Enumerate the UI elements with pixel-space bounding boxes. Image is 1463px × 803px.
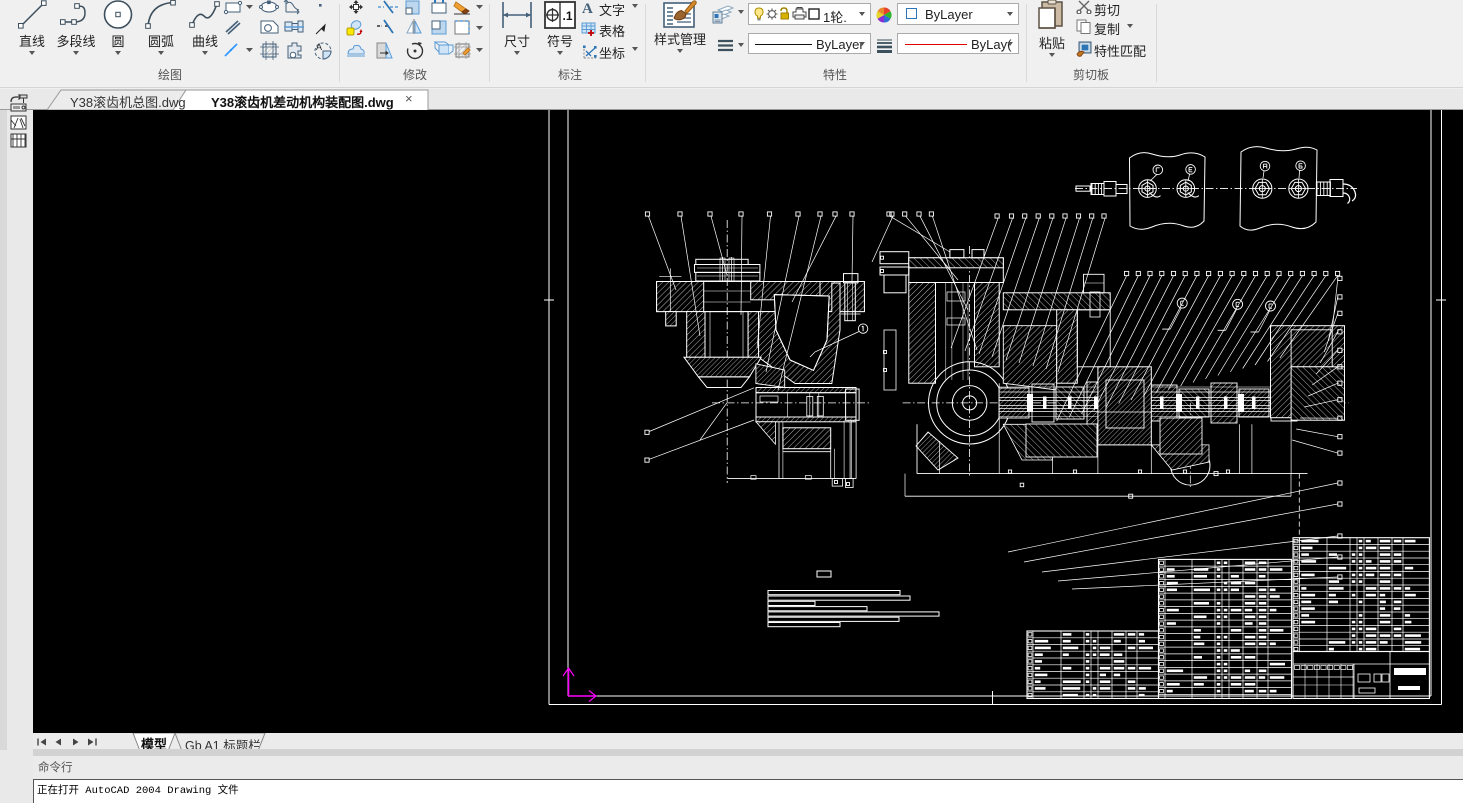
svg-text:A: A	[316, 42, 322, 52]
svg-text:A: A	[582, 1, 593, 17]
svg-text:.1: .1	[563, 9, 573, 23]
